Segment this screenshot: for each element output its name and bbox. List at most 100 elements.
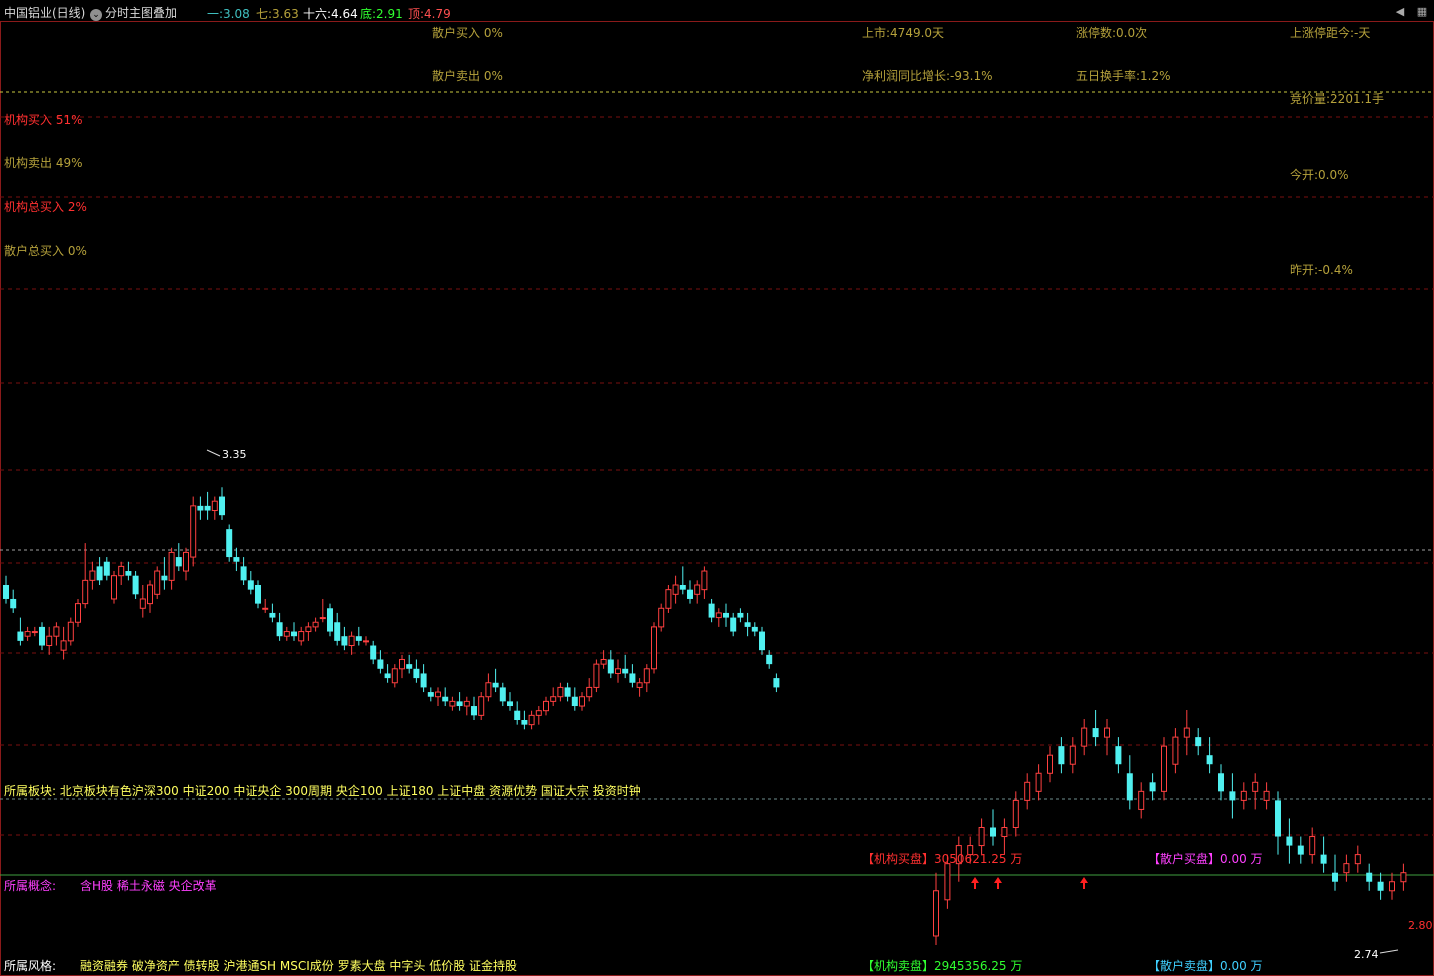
candle-down: [1218, 773, 1224, 792]
title-bar: 中国铝业(日线) ⌄ 分时主图叠加 一:3.08 七:3.63 十六:4.64 底…: [0, 0, 1434, 22]
stock-title[interactable]: 中国铝业(日线): [4, 4, 85, 21]
candle-up: [1183, 727, 1190, 738]
candle-up: [75, 603, 81, 623]
retail-buy-order: 【散户买盘】0.00 万: [1148, 852, 1263, 866]
candle-down: [1286, 836, 1293, 846]
candle-up: [1389, 881, 1395, 892]
candle-down: [370, 645, 377, 660]
candle-up: [435, 691, 441, 698]
candle-down: [327, 608, 333, 632]
candle-down: [521, 720, 528, 725]
candle-down: [1297, 845, 1304, 855]
candle-down: [161, 575, 168, 581]
candle-down: [1206, 755, 1213, 765]
inst-buy-stat: 机构买入 51%: [4, 113, 83, 127]
candle-up: [463, 700, 470, 707]
candle-down: [564, 687, 571, 697]
candle-up: [168, 551, 175, 581]
grid-icon[interactable]: ▦: [1416, 6, 1428, 18]
candle-up: [636, 682, 643, 688]
candle-down: [427, 692, 434, 697]
kline-chart[interactable]: [0, 0, 1434, 976]
candle-down: [1126, 773, 1133, 801]
candle-down: [10, 598, 17, 609]
sectors-label: 所属板块:: [4, 784, 57, 798]
candle-down: [1332, 872, 1338, 882]
candle-up: [1047, 754, 1053, 774]
candle-down: [226, 529, 233, 558]
candle-down: [737, 612, 744, 618]
candle-down: [17, 631, 24, 641]
candle-up: [701, 570, 708, 591]
inst-total-buy-stat: 机构总买入 2%: [4, 200, 87, 214]
candle-down: [355, 636, 362, 641]
inst-buy-order: 【机构买盘】3050621.25 万: [862, 852, 1023, 866]
candle-down: [1275, 800, 1281, 837]
candle-up: [1069, 745, 1076, 765]
candle-down: [456, 701, 463, 707]
candle-up: [211, 500, 218, 512]
candle-down: [204, 505, 211, 511]
candle-up: [139, 598, 146, 609]
chevron-down-icon: ⌄: [90, 9, 102, 21]
candle-down: [723, 612, 729, 618]
candle-down: [471, 706, 477, 716]
sectors-value: 北京板块有色沪深300 中证200 中证央企 300周期 央企100 上证180…: [59, 784, 641, 798]
candle-up: [363, 640, 369, 643]
auction-volume-stat: 竞价量:2201.1手: [1290, 92, 1385, 106]
inst-sell-stat: 机构卖出 49%: [4, 156, 83, 170]
candle-up: [715, 612, 722, 619]
candle-up: [615, 668, 621, 674]
candle-down: [341, 636, 348, 646]
candle-up: [593, 663, 600, 688]
candle-up: [535, 710, 542, 716]
candle-down: [255, 585, 261, 604]
candle-up: [46, 635, 53, 647]
candle-down: [1115, 746, 1122, 765]
candle-down: [406, 664, 413, 669]
candle-down: [420, 673, 427, 688]
candle-down: [384, 673, 391, 679]
ma-top: 顶:4.79: [408, 7, 451, 21]
candle-up: [1343, 863, 1350, 874]
candle-down: [1320, 854, 1327, 864]
collapse-icon[interactable]: ◀: [1394, 6, 1406, 18]
candle-up: [89, 570, 96, 581]
candle-down: [269, 612, 276, 618]
overlay-dropdown[interactable]: ⌄ 分时主图叠加: [90, 4, 177, 21]
candle-up: [190, 505, 197, 558]
candle-up: [391, 668, 398, 684]
candle-down: [1058, 746, 1065, 765]
candle-up: [118, 565, 125, 577]
styles-value: 融资融券 破净资产 债转股 沪港通SH MSCI成份 罗素大盘 中字头 低价股 …: [80, 959, 518, 973]
candle-up: [1161, 745, 1167, 792]
candle-down: [499, 687, 506, 702]
candle-up: [586, 686, 593, 698]
ma-bottom: 底:2.91: [360, 7, 403, 21]
candle-up: [643, 668, 650, 684]
up-arrow-icon: [994, 877, 1002, 889]
candle-down: [571, 696, 578, 707]
candle-up: [31, 631, 38, 634]
candle-up: [658, 607, 665, 628]
candle-down: [197, 505, 204, 511]
candle-down: [1377, 881, 1384, 891]
up-arrow-icon: [1080, 877, 1088, 889]
candle-down: [334, 622, 341, 641]
candle-up: [944, 863, 951, 901]
candle-up: [1024, 781, 1031, 801]
today-open-stat: 今开:0.0%: [1290, 168, 1349, 182]
up-arrow-icon: [971, 877, 979, 889]
candle-up: [1172, 736, 1179, 765]
inst-sell-order: 【机构卖盘】2945356.25 万: [862, 959, 1023, 973]
candle-up: [183, 551, 189, 572]
yesterday-open-stat: 昨开:-0.4%: [1290, 263, 1353, 277]
candle-down: [730, 617, 737, 632]
candle-up: [579, 696, 585, 707]
limit-up-count-stat: 涨停数:0.0次: [1076, 26, 1148, 40]
candle-down: [175, 557, 182, 567]
candle-up: [147, 584, 153, 605]
candle-up: [694, 584, 701, 595]
candle-up: [1001, 827, 1008, 838]
candle-down: [1229, 791, 1236, 801]
